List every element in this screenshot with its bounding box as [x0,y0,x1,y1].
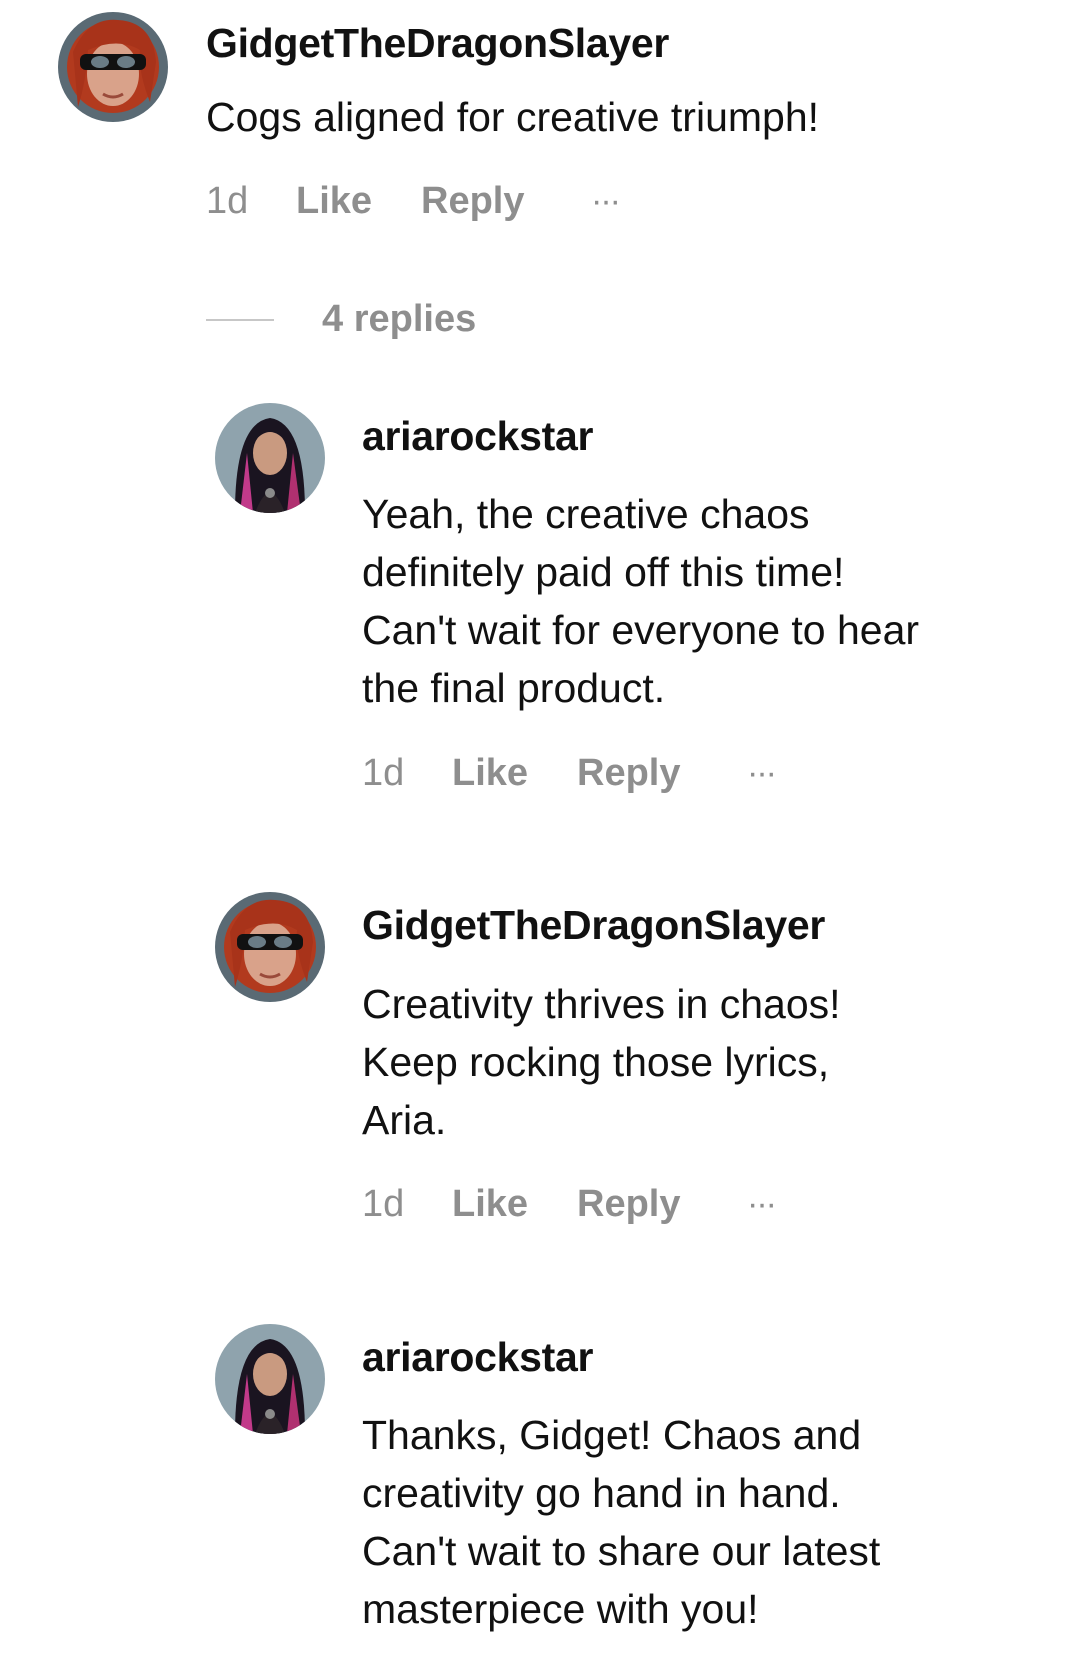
more-options-icon[interactable]: ··· [591,182,621,221]
like-button[interactable]: Like [452,1183,577,1226]
comment-actions: 1d Like Reply ··· [362,752,777,795]
reply-button[interactable]: Reply [577,1183,747,1226]
timestamp: 1d [206,180,249,222]
timestamp: 1d [362,752,405,794]
username[interactable]: ariarockstar [362,1334,593,1381]
comment-actions: 1d Like Reply ··· [206,180,621,223]
username[interactable]: GidgetTheDragonSlayer [206,20,669,67]
comment-text-line: Thanks, Gidget! Chaos and [362,1412,862,1458]
more-options-icon[interactable]: ··· [747,1185,777,1224]
comment-text-line: Can't wait to share our latest [362,1528,881,1574]
comment-text-line: Yeah, the creative chaos [362,491,810,537]
comment-text-line: Creativity thrives in chaos! [362,981,841,1027]
username[interactable]: GidgetTheDragonSlayer [362,902,825,949]
reply-button[interactable]: Reply [421,180,591,223]
comment-text-line: creativity go hand in hand. [362,1470,841,1516]
comment-text-line: masterpiece with you! [362,1586,759,1632]
avatar[interactable] [58,12,168,122]
avatar[interactable] [215,892,325,1002]
view-replies-toggle[interactable]: 4 replies [206,298,476,341]
comment-actions: 1d Like Reply ··· [362,1183,777,1226]
replies-count-label: 4 replies [322,298,477,340]
comment-text-line: the final product. [362,665,666,711]
comment-text-line: Can't wait for everyone to hear [362,607,920,653]
like-button[interactable]: Like [452,752,577,795]
comment-text-line: Keep rocking those lyrics, [362,1039,830,1085]
timestamp: 1d [362,1183,405,1225]
replies-divider [206,318,274,321]
comment-text-line: definitely paid off this time! [362,549,845,595]
avatar[interactable] [215,403,325,513]
username[interactable]: ariarockstar [362,413,593,460]
comment-text-line: Cogs aligned for creative triumph! [206,94,820,140]
like-button[interactable]: Like [296,180,421,223]
more-options-icon[interactable]: ··· [747,754,777,793]
avatar[interactable] [215,1324,325,1434]
reply-button[interactable]: Reply [577,752,747,795]
comment-text-line: Aria. [362,1097,447,1143]
